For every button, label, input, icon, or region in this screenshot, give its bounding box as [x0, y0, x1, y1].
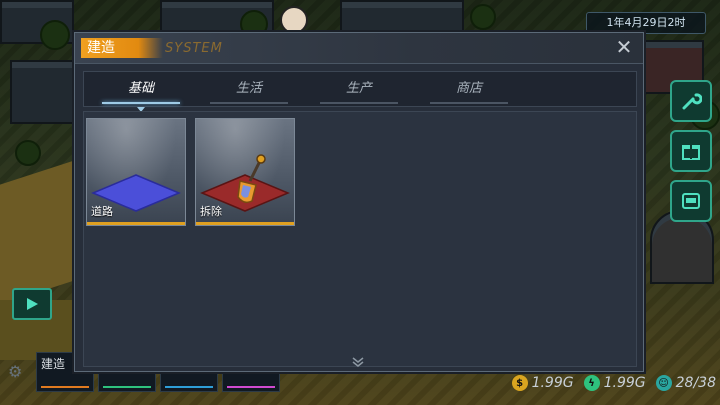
tab-label: 生活	[235, 81, 262, 96]
energy-icon: ϟ	[583, 375, 600, 391]
wrench-icon[interactable]	[670, 80, 712, 122]
resource-population: ☺ 28/38	[655, 375, 716, 391]
tab-color-strip	[103, 386, 151, 388]
resource-value: 28/38	[675, 375, 716, 391]
tab-color-strip	[227, 386, 275, 388]
resource-bar: $ 1.99G ϟ 1.99G ☺ 28/38	[511, 370, 720, 396]
population-icon: ☺	[655, 375, 672, 391]
resource-coins: $ 1.99G	[511, 375, 574, 391]
bottom-tab-label: 建造	[41, 357, 66, 371]
tab-color-strip	[41, 386, 89, 388]
tab-underline	[102, 102, 180, 104]
tab-shop[interactable]: 商店	[424, 72, 514, 106]
dialog-header: 建造 SYSTEM ✕	[75, 33, 643, 64]
tab-basic[interactable]: 基础	[96, 72, 186, 112]
coin-icon: $	[511, 375, 528, 391]
dialog-subtitle: SYSTEM	[165, 41, 223, 56]
build-item-demolish[interactable]: 拆除	[195, 118, 295, 226]
card-bottom-strip	[196, 222, 294, 225]
tab-label: 基础	[127, 81, 154, 96]
tab-color-strip	[165, 386, 213, 388]
dialog-title: 建造	[87, 40, 115, 56]
build-item-road[interactable]: 道路	[86, 118, 186, 226]
resource-energy: ϟ 1.99G	[583, 375, 646, 391]
gift-icon[interactable]	[670, 130, 712, 172]
category-tabs: 基础 生活 生产 商店	[83, 71, 637, 112]
tab-label: 生产	[345, 81, 372, 96]
build-item-label: 道路	[91, 205, 113, 218]
tab-production[interactable]: 生产	[314, 72, 404, 106]
build-items-grid: 道路 拆除	[83, 111, 637, 367]
resource-value: 1.99G	[531, 375, 574, 391]
machine-icon[interactable]	[670, 180, 712, 222]
tab-underline	[210, 102, 288, 104]
tab-living[interactable]: 生活	[204, 72, 294, 106]
avatar[interactable]	[280, 6, 308, 34]
tab-underline	[320, 102, 398, 104]
build-dialog: 建造 SYSTEM ✕ 基础 生活 生产 商店 道路 拆除	[74, 32, 644, 372]
video-icon[interactable]	[12, 288, 52, 320]
tab-label: 商店	[455, 81, 482, 96]
tab-underline	[430, 102, 508, 104]
game-date: 1年4月29日2时	[586, 12, 706, 34]
close-icon[interactable]: ✕	[613, 36, 635, 58]
build-item-label: 拆除	[200, 205, 222, 218]
double-chevron-down-icon[interactable]	[351, 357, 365, 370]
resource-value: 1.99G	[603, 375, 646, 391]
gear-icon[interactable]: ⚙	[8, 362, 28, 382]
card-bottom-strip	[87, 222, 185, 225]
